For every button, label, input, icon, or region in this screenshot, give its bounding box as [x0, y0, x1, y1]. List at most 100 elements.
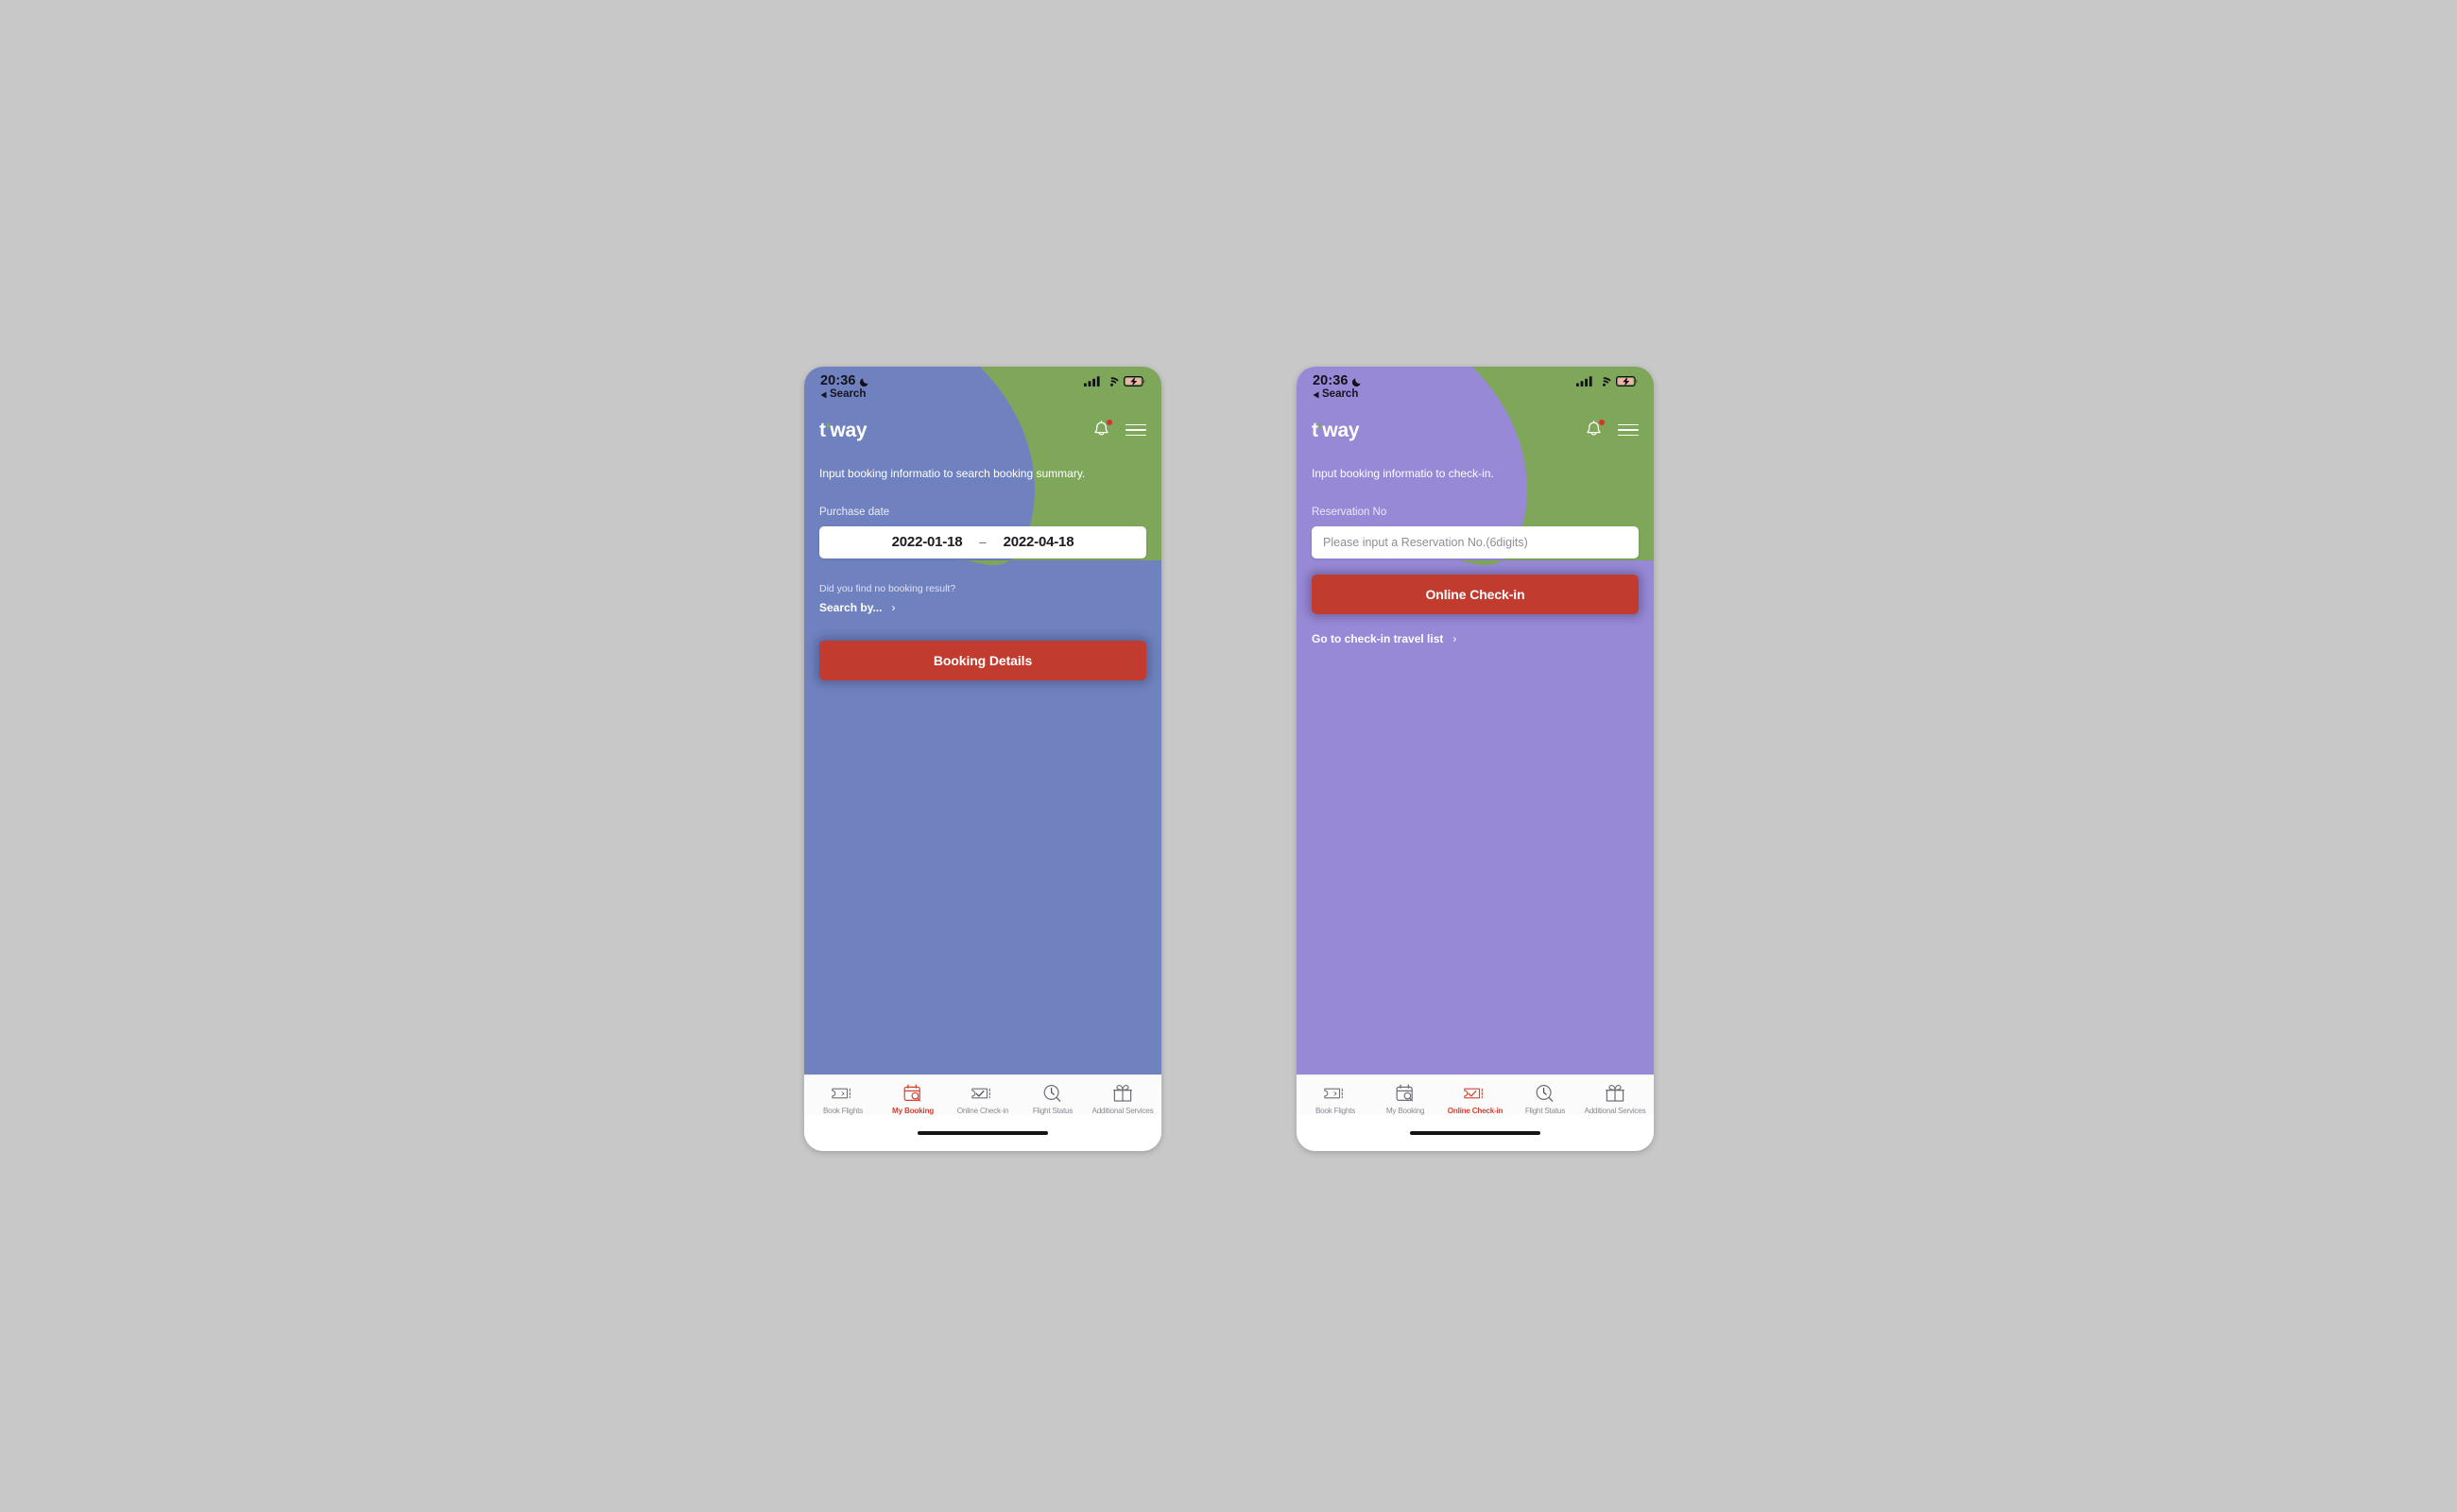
- gift-box-icon: [1605, 1083, 1625, 1104]
- tab-label-online-check-in: Online Check-in: [956, 1107, 1009, 1115]
- hero-content-my-booking: Input booking informatio to search booki…: [804, 467, 1161, 680]
- reservation-no-input[interactable]: [1312, 525, 1639, 558]
- hero-section: 20:36 Search t ' way Input booking infor…: [804, 367, 1161, 1074]
- notification-bell-icon[interactable]: [1092, 419, 1112, 440]
- ticket-plane-icon: [832, 1083, 854, 1104]
- menu-line-1: [1618, 423, 1639, 426]
- bottom-tab-bar: Book Flights My Booking Online Check-in …: [804, 1074, 1161, 1115]
- calendar-search-icon: [1395, 1083, 1416, 1104]
- tab-label-my-booking: My Booking: [892, 1107, 934, 1115]
- menu-line-3: [1125, 434, 1146, 437]
- brand-header: t ' way: [804, 410, 1161, 450]
- app-screen-online-check-in: 20:36 Search t ' way Input booking infor…: [1297, 367, 1654, 1151]
- tab-label-additional-services: Additional Services: [1091, 1107, 1154, 1115]
- status-bar-time-group: 20:36: [820, 373, 870, 388]
- home-indicator[interactable]: [1410, 1131, 1540, 1135]
- tab-flight-status[interactable]: Flight Status: [1018, 1083, 1088, 1115]
- logo-word-way-2: way: [1322, 419, 1360, 441]
- logo-word-way: way: [830, 419, 868, 441]
- date-range-separator: –: [979, 535, 987, 550]
- online-check-in-button[interactable]: Online Check-in: [1312, 574, 1639, 614]
- booking-details-button[interactable]: Booking Details: [819, 640, 1146, 680]
- status-bar-right-2: [1576, 373, 1638, 387]
- screenshot-canvas: 20:36 Search t ' way Input booking infor…: [0, 0, 2457, 1512]
- reservation-no-label: Reservation No: [1312, 506, 1387, 518]
- menu-line-2: [1618, 429, 1639, 431]
- status-bar-left: 20:36 Search: [820, 373, 870, 401]
- hamburger-menu-icon[interactable]: [1125, 423, 1146, 437]
- menu-line-2: [1125, 429, 1146, 431]
- ticket-check-icon: [1464, 1083, 1486, 1104]
- back-to-search-link-2[interactable]: Search: [1313, 388, 1363, 401]
- helper-question-text: Did you find no booking result?: [819, 582, 956, 594]
- brand-header-2: t ' way: [1297, 410, 1654, 450]
- chevron-right-icon: ›: [1452, 631, 1457, 645]
- cellular-signal-icon: [1084, 376, 1100, 387]
- phone-mockup-online-check-in: 20:36 Search t ' way Input booking infor…: [1297, 367, 1654, 1151]
- tab-book-flights[interactable]: Book Flights: [1300, 1083, 1370, 1115]
- status-bar-left-2: 20:36 Search: [1313, 373, 1363, 401]
- phone-mockup-my-booking: 20:36 Search t ' way Input booking infor…: [804, 367, 1161, 1151]
- tab-flight-status[interactable]: Flight Status: [1510, 1083, 1580, 1115]
- ticket-plane-icon: [1324, 1083, 1347, 1104]
- back-label-2: Search: [1322, 388, 1359, 400]
- tab-book-flights[interactable]: Book Flights: [808, 1083, 878, 1115]
- tab-label-additional-services: Additional Services: [1584, 1107, 1646, 1115]
- lead-text: Input booking informatio to search booki…: [819, 467, 1086, 480]
- back-to-search-link[interactable]: Search: [820, 388, 870, 401]
- tab-online-check-in[interactable]: Online Check-in: [1440, 1083, 1510, 1115]
- tab-additional-services[interactable]: Additional Services: [1580, 1083, 1650, 1115]
- home-indicator-area: [804, 1115, 1161, 1151]
- menu-line-3: [1618, 434, 1639, 437]
- ticket-check-icon: [971, 1083, 994, 1104]
- tab-online-check-in[interactable]: Online Check-in: [948, 1083, 1018, 1115]
- wifi-icon: [1603, 377, 1611, 387]
- lead-text-2: Input booking informatio to check-in.: [1312, 467, 1494, 480]
- notification-badge-dot: [1599, 419, 1605, 425]
- status-bar-time-2: 20:36: [1313, 373, 1349, 388]
- purchase-date-range-picker[interactable]: 2022-01-18 – 2022-04-18: [819, 525, 1146, 558]
- tway-logo[interactable]: t ' way: [819, 419, 868, 441]
- battery-charging-icon: [1124, 376, 1145, 387]
- hero-section-2: 20:36 Search t ' way Input booking infor…: [1297, 367, 1654, 1074]
- home-indicator[interactable]: [918, 1131, 1048, 1135]
- hamburger-menu-icon[interactable]: [1618, 423, 1639, 437]
- tab-my-booking[interactable]: My Booking: [1370, 1083, 1440, 1115]
- crescent-moon-icon: [1351, 377, 1361, 387]
- tab-label-flight-status: Flight Status: [1524, 1107, 1566, 1115]
- chevron-right-icon: ›: [891, 600, 896, 614]
- date-from-value[interactable]: 2022-01-18: [892, 534, 963, 550]
- search-helper-block: Did you find no booking result? Search b…: [819, 583, 1146, 614]
- notification-badge-dot: [1107, 419, 1112, 425]
- status-bar-2: 20:36 Search: [1297, 367, 1654, 410]
- date-to-value[interactable]: 2022-04-18: [1004, 534, 1074, 550]
- calendar-search-icon: [902, 1083, 923, 1104]
- tab-label-book-flights: Book Flights: [1314, 1107, 1356, 1115]
- tab-label-book-flights: Book Flights: [822, 1107, 864, 1115]
- search-by-label: Search by...: [819, 600, 883, 614]
- purchase-date-label: Purchase date: [819, 506, 890, 518]
- hero-content-check-in: Input booking informatio to check-in. Re…: [1297, 467, 1654, 645]
- cellular-signal-icon: [1576, 376, 1592, 387]
- status-bar-right: [1084, 373, 1145, 387]
- menu-line-1: [1125, 423, 1146, 426]
- logo-letter-t: t: [819, 419, 826, 441]
- status-bar-time-group-2: 20:36: [1313, 373, 1363, 388]
- tab-my-booking[interactable]: My Booking: [878, 1083, 948, 1115]
- gift-box-icon: [1112, 1083, 1133, 1104]
- tab-additional-services[interactable]: Additional Services: [1088, 1083, 1158, 1115]
- home-indicator-area-2: [1297, 1115, 1654, 1151]
- battery-charging-icon: [1616, 376, 1638, 387]
- app-screen-my-booking: 20:36 Search t ' way Input booking infor…: [804, 367, 1161, 1151]
- triangle-left-icon: [820, 391, 827, 399]
- go-to-checkin-travel-list-link[interactable]: Go to check-in travel list ›: [1312, 632, 1639, 645]
- bottom-tab-bar-2: Book Flights My Booking Online Check-in …: [1297, 1074, 1654, 1115]
- status-bar: 20:36 Search: [804, 367, 1161, 410]
- search-by-link[interactable]: Search by... ›: [819, 601, 1146, 614]
- tab-label-my-booking: My Booking: [1385, 1107, 1425, 1115]
- back-label: Search: [830, 388, 867, 400]
- notification-bell-icon[interactable]: [1585, 419, 1605, 440]
- logo-letter-t-2: t: [1312, 419, 1318, 441]
- tway-logo-2[interactable]: t ' way: [1312, 419, 1360, 441]
- clock-search-icon: [1042, 1083, 1063, 1104]
